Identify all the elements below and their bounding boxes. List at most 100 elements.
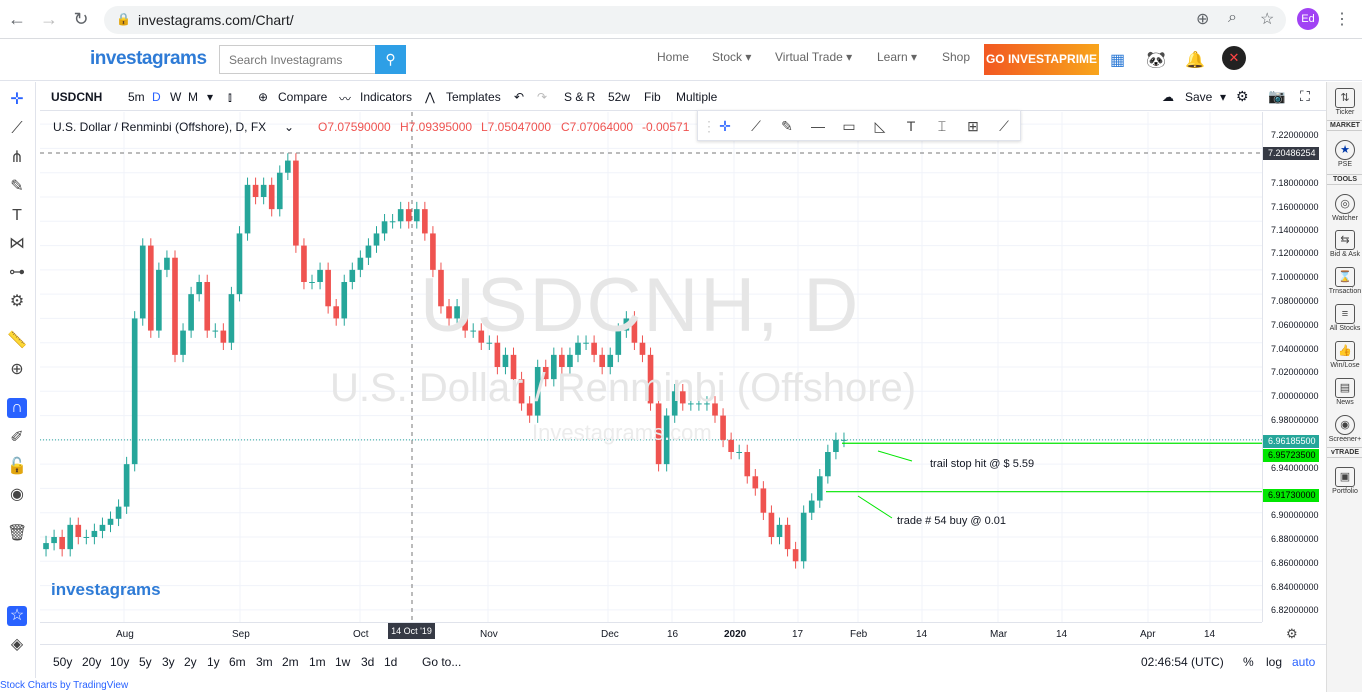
cross-tool-icon[interactable]: ✛ (716, 117, 734, 135)
go-investaprime-button[interactable]: GO INVESTAPRIME (984, 44, 1099, 75)
layers-icon[interactable]: ◈ (7, 635, 27, 655)
price-axis[interactable]: 7.22000000 7.18000000 7.16000000 7.14000… (1262, 112, 1326, 622)
mascot-icon[interactable]: 🐼 (1146, 50, 1166, 70)
compare-button[interactable]: Compare (278, 90, 327, 104)
52w-button[interactable]: 52w (608, 90, 630, 104)
transaction-button[interactable]: ⌛ Trnsaction (1327, 267, 1362, 295)
hline-tool-icon[interactable]: — (809, 117, 827, 135)
range-50y[interactable]: 50y (53, 655, 72, 669)
undo-icon[interactable]: ↶ (514, 90, 524, 104)
apps-grid-icon[interactable]: ▦ (1110, 50, 1125, 70)
range-3y[interactable]: 3y (162, 655, 175, 669)
interval-d[interactable]: D (152, 90, 161, 104)
interval-w[interactable]: W (170, 90, 181, 104)
fullscreen-icon[interactable]: ⛶ (1300, 88, 1310, 105)
annotation-buy[interactable]: trade # 54 buy @ 0.01 (897, 515, 1006, 527)
bid-ask-button[interactable]: ⇆ Bid & Ask (1327, 230, 1362, 258)
pitchfork-icon[interactable]: ⋔ (7, 148, 27, 168)
eye-icon[interactable]: ◉ (7, 485, 27, 505)
portfolio-button[interactable]: ▣ Portfolio (1327, 467, 1362, 495)
annotation-trail-stop[interactable]: trail stop hit @ $ 5.59 (930, 458, 1034, 470)
legend-dropdown-icon[interactable]: ⌄ (284, 120, 294, 134)
range-3d[interactable]: 3d (361, 655, 374, 669)
log-scale-toggle[interactable]: log (1266, 655, 1282, 669)
search-input[interactable] (219, 45, 375, 74)
position-tool-icon[interactable]: ⊞ (964, 117, 982, 135)
watcher-button[interactable]: ◎ Watcher (1327, 194, 1362, 222)
percent-scale-toggle[interactable]: % (1243, 655, 1254, 669)
profile-avatar[interactable]: Ed (1297, 8, 1319, 30)
favorites-star-icon[interactable]: ☆ (7, 606, 27, 626)
star-icon[interactable]: ☆ (1260, 9, 1274, 29)
brush-icon[interactable]: ✎ (7, 177, 27, 197)
sr-button[interactable]: S & R (564, 90, 595, 104)
range-10y[interactable]: 10y (110, 655, 129, 669)
axis-settings-icon[interactable]: ⚙ (1286, 626, 1298, 642)
user-menu-icon[interactable]: ✕ (1222, 46, 1246, 70)
add-icon[interactable]: ⊕ (1196, 9, 1209, 29)
pse-button[interactable]: ★ PSE (1327, 140, 1362, 168)
interval-dropdown-icon[interactable]: ▾ (207, 90, 213, 104)
range-2y[interactable]: 2y (184, 655, 197, 669)
ruler-icon[interactable]: 📏 (7, 331, 27, 351)
win-lose-button[interactable]: 👍 Win/Lose (1327, 341, 1362, 369)
candle-type-icon[interactable]: ⫾ (228, 90, 232, 105)
menu-learn[interactable]: Learn ▾ (877, 50, 917, 64)
interval-m[interactable]: M (188, 90, 198, 104)
menu-home[interactable]: Home (657, 50, 689, 64)
ray-tool-icon[interactable]: ⟋ (995, 117, 1013, 135)
interval-5m[interactable]: 5m (128, 90, 145, 104)
save-dropdown-icon[interactable]: ▾ (1220, 90, 1226, 104)
crosshair-icon[interactable]: ✛ (7, 90, 27, 110)
redo-icon[interactable]: ↷ (537, 90, 547, 104)
series-legend-title[interactable]: U.S. Dollar / Renminbi (Offshore), D, FX (53, 120, 266, 134)
range-1d[interactable]: 1d (384, 655, 397, 669)
back-icon[interactable]: ← (6, 8, 28, 30)
screener-button[interactable]: ◉ Screener+ (1327, 415, 1362, 443)
save-button[interactable]: Save (1185, 90, 1212, 104)
multiple-button[interactable]: Multiple (676, 90, 717, 104)
address-bar[interactable]: 🔒 investagrams.com/Chart/ (104, 6, 1286, 34)
menu-stock[interactable]: Stock ▾ (712, 50, 751, 64)
trash-icon[interactable]: 🗑 (7, 524, 27, 544)
text-tool-icon[interactable]: T (902, 117, 920, 135)
lock-icon[interactable]: 🔓 (7, 457, 27, 477)
line-tool-icon[interactable]: ⟋ (747, 117, 765, 135)
site-logo[interactable]: investagrams (90, 48, 207, 70)
auto-scale-toggle[interactable]: auto (1292, 655, 1315, 669)
range-tool-icon[interactable]: ⌶ (933, 117, 951, 135)
camera-icon[interactable]: 📷 (1268, 88, 1285, 105)
time-axis[interactable]: Aug Sep Oct Nov Dec 16 2020 17 Feb 14 Ma… (40, 622, 1262, 644)
goto-button[interactable]: Go to... (422, 655, 461, 669)
clock-timezone[interactable]: 02:46:54 (UTC) (1141, 655, 1224, 669)
symbol-search[interactable]: USDCNH (51, 90, 102, 104)
forecast-icon[interactable]: ⊶ (7, 263, 27, 283)
range-1m[interactable]: 1m (309, 655, 326, 669)
range-5y[interactable]: 5y (139, 655, 152, 669)
range-1y[interactable]: 1y (207, 655, 220, 669)
range-6m[interactable]: 6m (229, 655, 246, 669)
all-stocks-button[interactable]: ≡ All Stocks (1327, 304, 1362, 332)
pencil-lock-icon[interactable]: ✐ (7, 428, 27, 448)
text-icon[interactable]: T (7, 206, 27, 226)
zoom-in-icon[interactable]: ⊕ (7, 360, 27, 380)
range-1w[interactable]: 1w (335, 655, 350, 669)
search-button[interactable]: ⚲ (375, 45, 406, 74)
reload-icon[interactable]: ↻ (70, 8, 92, 30)
indicators-button[interactable]: Indicators (360, 90, 412, 104)
brush-tool-icon[interactable]: ✎ (778, 117, 796, 135)
range-20y[interactable]: 20y (82, 655, 101, 669)
tradingview-credit[interactable]: Stock Charts by TradingView (0, 680, 128, 691)
fib-button[interactable]: Fib (644, 90, 661, 104)
zoom-icon[interactable]: ⌕ (1228, 9, 1237, 27)
menu-virtual-trade[interactable]: Virtual Trade ▾ (775, 50, 852, 64)
settings-icon[interactable]: ⚙ (1236, 88, 1249, 105)
templates-button[interactable]: Templates (446, 90, 501, 104)
pattern-icon[interactable]: ⋈ (7, 234, 27, 254)
forward-icon[interactable]: → (38, 8, 60, 30)
menu-shop[interactable]: Shop (942, 50, 970, 64)
gear-icon[interactable]: ⚙ (7, 292, 27, 312)
ticker-button[interactable]: ⇅ Ticker (1327, 88, 1362, 116)
news-button[interactable]: ▤ News (1327, 378, 1362, 406)
more-menu-icon[interactable]: ⋮ (1334, 9, 1350, 29)
